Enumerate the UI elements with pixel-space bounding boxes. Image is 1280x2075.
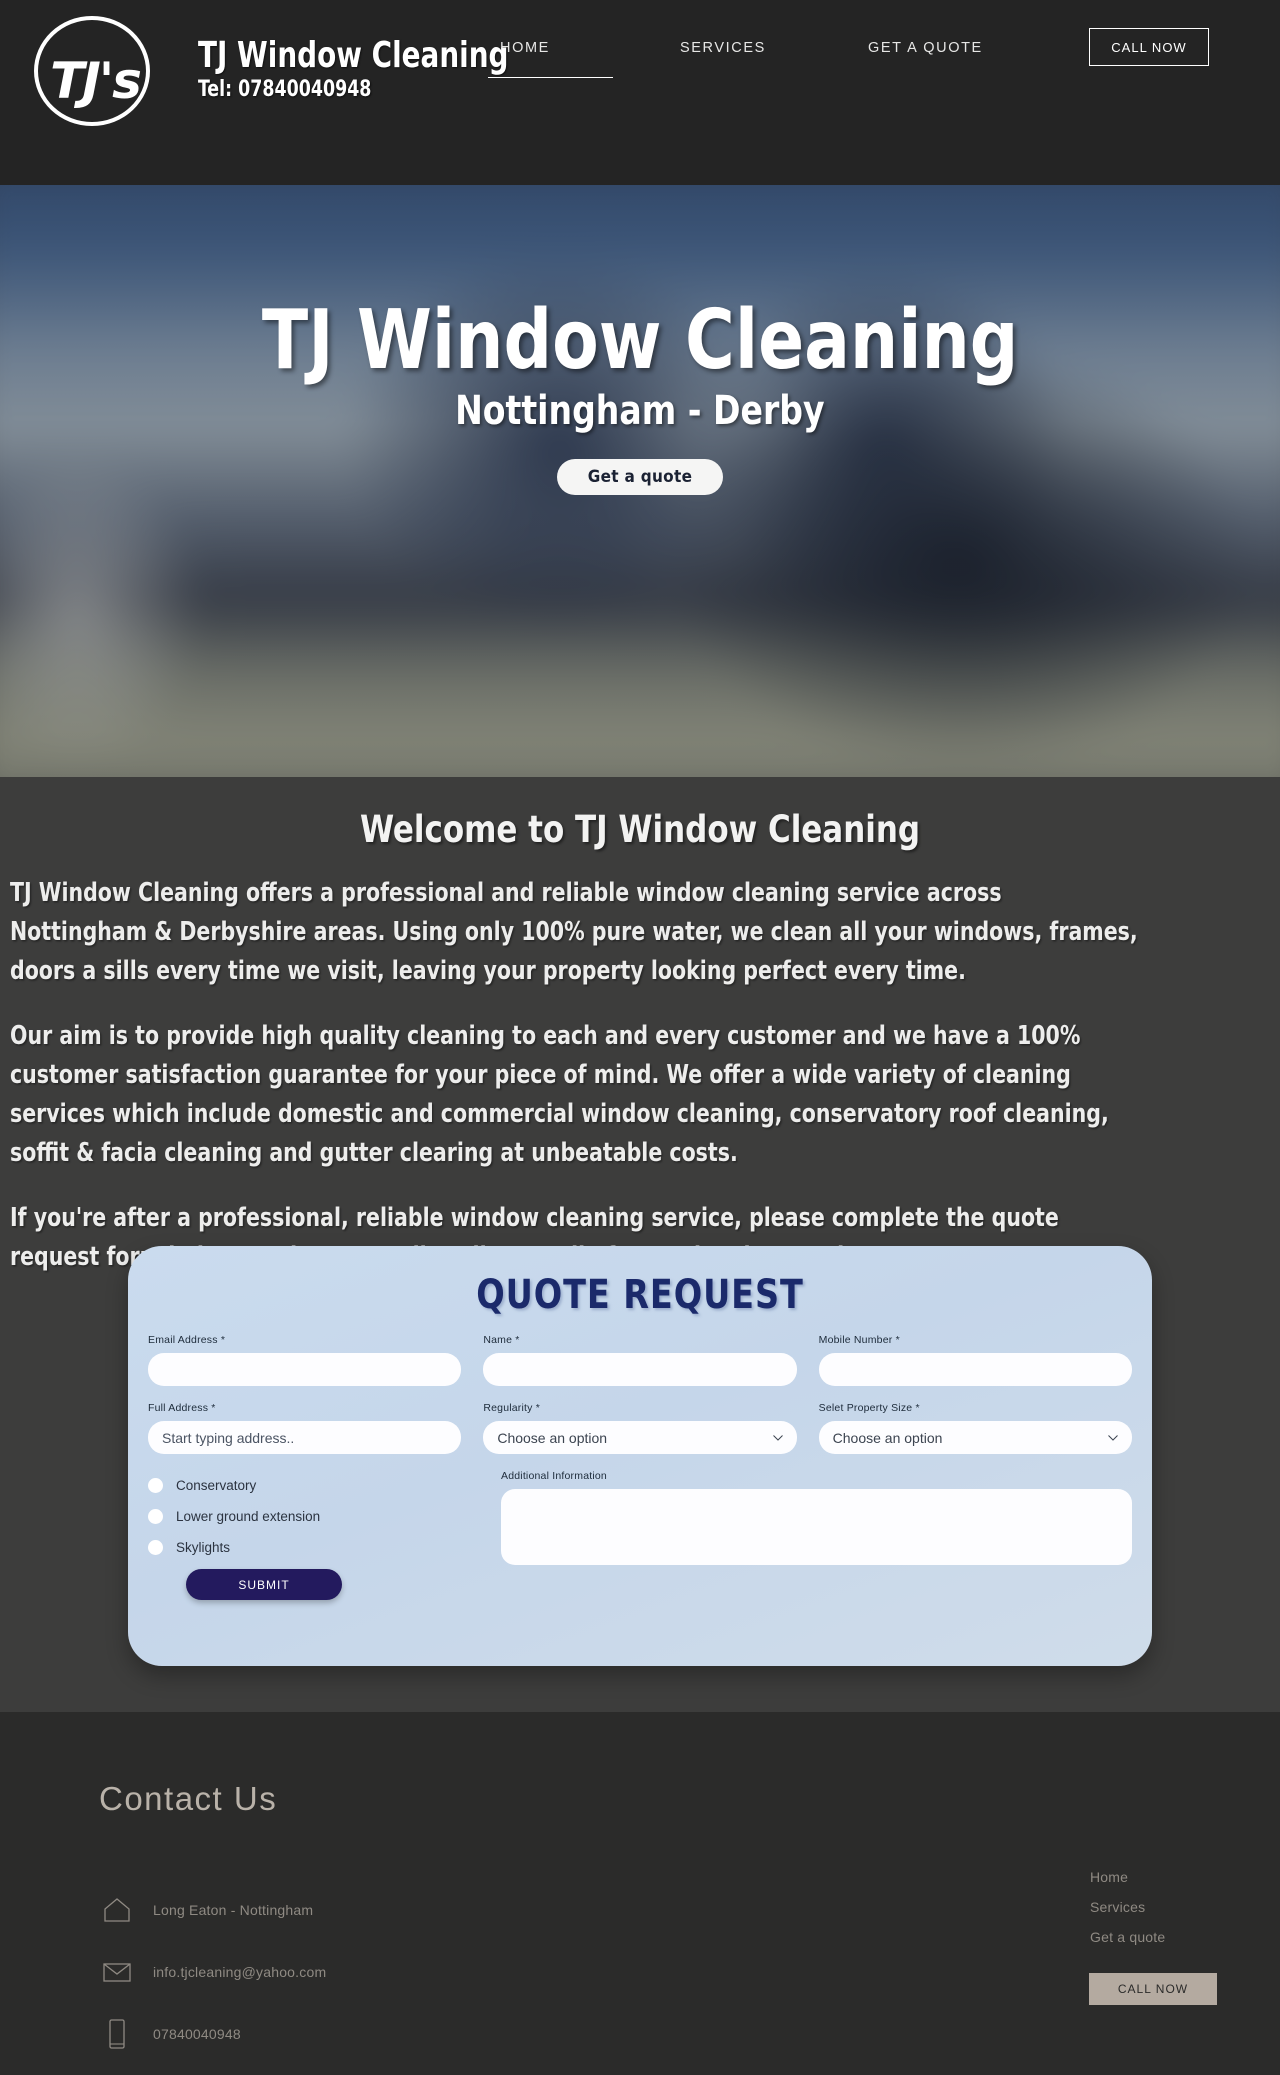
- nav-item-services[interactable]: SERVICES: [680, 40, 868, 78]
- header-call-now-button[interactable]: CALL NOW: [1089, 28, 1209, 66]
- form-row-2: Full Address * Regularity * Choose an op…: [148, 1402, 1132, 1454]
- footer-navigation: Home Services Get a quote: [1090, 1869, 1165, 1945]
- footer-contact-list: Long Eaton - Nottingham info.tjcleaning@…: [99, 1879, 619, 2065]
- quote-request-form: Email Address * Name * Mobile Number * F…: [148, 1334, 1132, 1600]
- label-regularity: Regularity *: [483, 1402, 541, 1414]
- label-name: Name *: [483, 1334, 520, 1346]
- checkbox-icon[interactable]: [148, 1540, 163, 1555]
- mobile-input[interactable]: [818, 1353, 1132, 1386]
- property-size-select[interactable]: Choose an option: [818, 1421, 1132, 1454]
- checkbox-icon[interactable]: [148, 1478, 163, 1493]
- footer-heading: Contact Us: [99, 1780, 278, 1817]
- contact-address-row: Long Eaton - Nottingham: [99, 1879, 619, 1941]
- hero-section: TJ Window Cleaning Nottingham - Derby Ge…: [0, 185, 1280, 777]
- footer-call-now-button[interactable]: CALL NOW: [1089, 1973, 1217, 2005]
- regularity-select[interactable]: Choose an option: [483, 1421, 797, 1454]
- contact-address-text: Long Eaton - Nottingham: [153, 1902, 314, 1918]
- nav-item-get-a-quote[interactable]: GET A QUOTE: [868, 40, 1028, 78]
- brand-name: TJ Window Cleaning: [198, 35, 509, 76]
- page-root: TJ's TJ Window Cleaning Tel: 07840040948…: [0, 0, 1280, 2075]
- footer-link-home[interactable]: Home: [1090, 1869, 1165, 1885]
- field-regularity: Regularity * Choose an option: [483, 1402, 797, 1454]
- footer-link-services[interactable]: Services: [1090, 1899, 1165, 1915]
- form-row-3: Conservatory Lower ground extension Skyl…: [148, 1470, 1132, 1600]
- label-email: Email Address *: [148, 1334, 226, 1346]
- label-additional-information: Additional Information: [501, 1470, 607, 1482]
- logo-text: TJ's: [50, 52, 142, 110]
- checkbox-label: Skylights: [176, 1540, 231, 1555]
- hero-content: TJ Window Cleaning Nottingham - Derby Ge…: [0, 185, 1280, 777]
- chevron-down-icon: [1108, 1434, 1118, 1441]
- field-email: Email Address *: [148, 1334, 462, 1386]
- site-logo[interactable]: TJ's: [20, 10, 165, 130]
- label-property-size: Selet Property Size *: [818, 1402, 920, 1414]
- contact-email-row[interactable]: info.tjcleaning@yahoo.com: [99, 1941, 619, 2003]
- checkbox-group: Conservatory Lower ground extension Skyl…: [148, 1470, 479, 1600]
- contact-phone-text[interactable]: 07840040948: [153, 2026, 241, 2042]
- label-address: Full Address *: [148, 1402, 216, 1414]
- welcome-heading: Welcome to TJ Window Cleaning: [359, 808, 921, 851]
- field-additional-information: Additional Information: [501, 1470, 1132, 1600]
- quote-request-card: QUOTE REQUEST Email Address * Name * Mob…: [128, 1246, 1152, 1666]
- field-property-size: Selet Property Size * Choose an option: [818, 1402, 1132, 1454]
- address-input[interactable]: [148, 1421, 462, 1454]
- contact-email-text[interactable]: info.tjcleaning@yahoo.com: [153, 1964, 326, 1980]
- form-row-1: Email Address * Name * Mobile Number *: [148, 1334, 1132, 1386]
- quote-request-heading: QUOTE REQUEST: [476, 1272, 804, 1318]
- site-footer: Contact Us Long Eaton - Nottingham info.…: [0, 1712, 1280, 2075]
- contact-phone-row[interactable]: 07840040948: [99, 2003, 619, 2065]
- brand-block: TJ Window Cleaning Tel: 07840040948: [198, 36, 559, 104]
- site-header: TJ's TJ Window Cleaning Tel: 07840040948…: [0, 0, 1280, 185]
- hero-subtitle: Nottingham - Derby: [455, 388, 825, 434]
- checkbox-label: Conservatory: [176, 1478, 257, 1493]
- brand-telephone: Tel: 07840040948: [198, 77, 372, 102]
- intro-copy: TJ Window Cleaning offers a professional…: [4, 874, 1276, 1277]
- field-address: Full Address *: [148, 1402, 462, 1454]
- regularity-select-value: Choose an option: [497, 1429, 608, 1446]
- checkbox-skylights[interactable]: Skylights: [148, 1532, 479, 1563]
- phone-icon: [99, 2016, 135, 2052]
- additional-information-textarea[interactable]: [501, 1489, 1132, 1565]
- label-mobile: Mobile Number *: [818, 1334, 900, 1346]
- field-mobile: Mobile Number *: [818, 1334, 1132, 1386]
- field-name: Name *: [483, 1334, 797, 1386]
- intro-paragraph-2: Our aim is to provide high quality clean…: [10, 1021, 1109, 1168]
- home-icon: [99, 1892, 135, 1928]
- checkbox-conservatory[interactable]: Conservatory: [148, 1470, 479, 1501]
- submit-button[interactable]: SUBMIT: [186, 1569, 342, 1600]
- footer-link-get-a-quote[interactable]: Get a quote: [1090, 1929, 1165, 1945]
- checkbox-lower-ground-extension[interactable]: Lower ground extension: [148, 1501, 479, 1532]
- hero-title: TJ Window Cleaning: [261, 293, 1019, 388]
- property-size-select-value: Choose an option: [832, 1429, 943, 1446]
- hero-get-a-quote-button[interactable]: Get a quote: [557, 459, 723, 495]
- email-input[interactable]: [148, 1353, 462, 1386]
- name-input[interactable]: [483, 1353, 797, 1386]
- main-navigation: HOME SERVICES GET A QUOTE: [488, 40, 1028, 78]
- chevron-down-icon: [772, 1434, 783, 1441]
- intro-paragraph-1: TJ Window Cleaning offers a professional…: [10, 878, 1138, 986]
- checkbox-label: Lower ground extension: [176, 1509, 321, 1524]
- checkbox-icon[interactable]: [148, 1509, 163, 1524]
- envelope-icon: [99, 1954, 135, 1990]
